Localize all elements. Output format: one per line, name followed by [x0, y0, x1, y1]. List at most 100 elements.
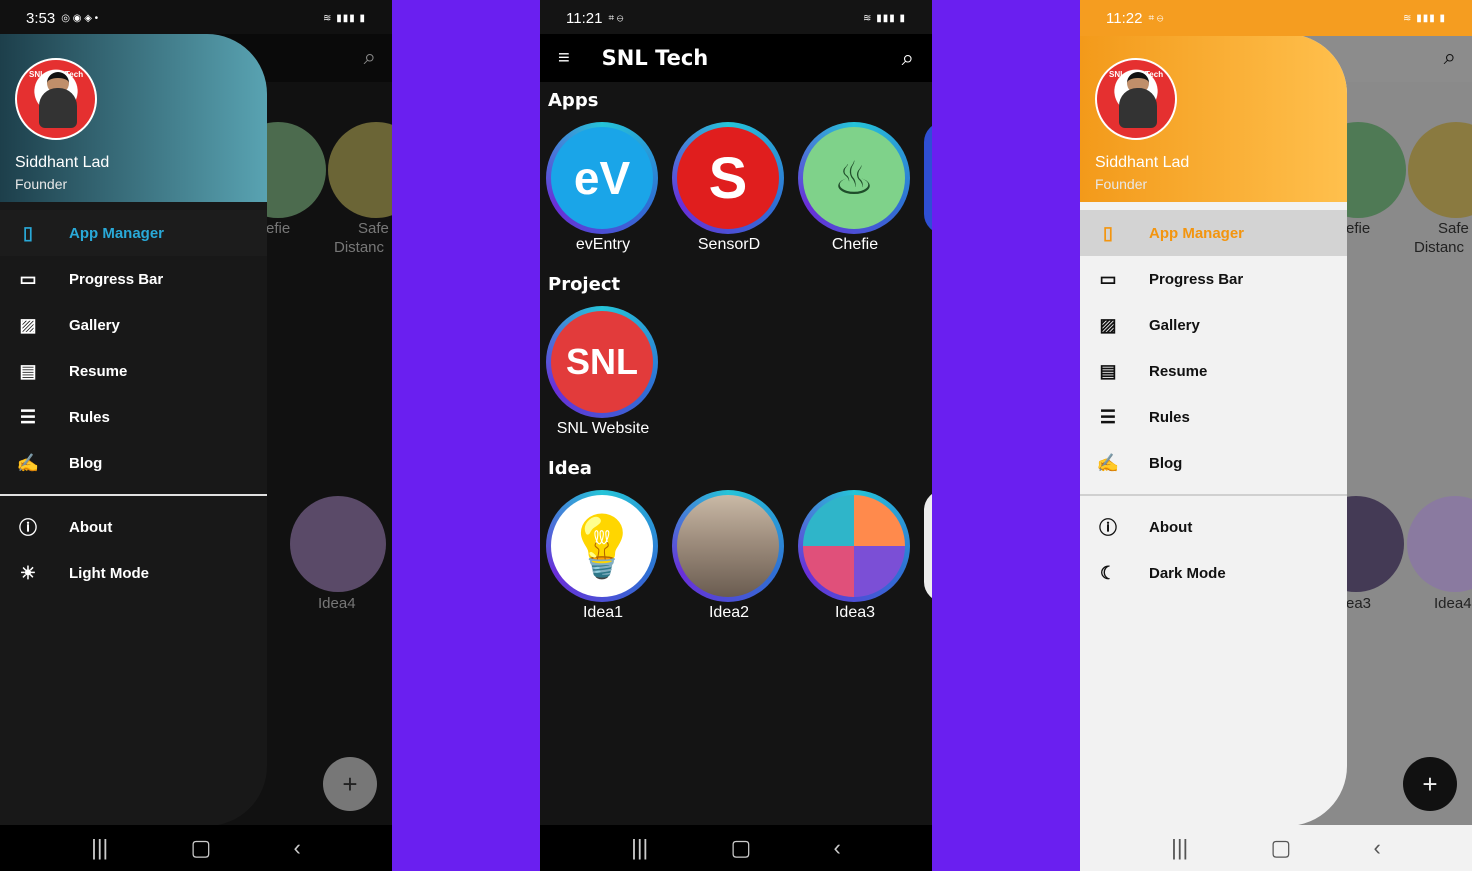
search-icon[interactable]: ⌕ [902, 45, 914, 71]
status-time: 3:53 [26, 9, 56, 27]
menu-divider [1080, 494, 1347, 496]
project-tile-snl-website[interactable]: SNL SNL Website [546, 306, 660, 438]
menu-item-about[interactable]: ⓘ About [0, 504, 267, 550]
section-title-apps: Apps [548, 90, 599, 111]
status-time: 11:21 [566, 9, 603, 27]
navigation-drawer: SNL Tech Siddhant Lad Founder ▯ App Manag… [0, 34, 267, 826]
status-bar: 11:22 ⌗ ⊖ ≋ ▮▮▮ ▮ [1080, 0, 1472, 36]
handwriting-icon: ✍ [1096, 452, 1120, 473]
bg-label: Distanc [334, 239, 385, 256]
add-fab-button[interactable]: + [1403, 757, 1457, 811]
menu-item-app-manager[interactable]: ▯ App Manager [0, 210, 267, 256]
back-icon[interactable]: ‹ [294, 835, 301, 861]
status-icons: ◎ ◉ ◈ • [61, 12, 99, 24]
signal-battery-icon: ≋ ▮▮▮ ▮ [863, 12, 906, 24]
menu-item-gallery[interactable]: ▨ Gallery [1080, 302, 1347, 348]
app-tile-chefie[interactable]: ♨ Chefie [798, 122, 912, 254]
system-nav-bar: ||| ▢ ‹ [0, 825, 392, 871]
moon-icon: ☾ [1099, 562, 1117, 583]
phone-light-drawer: 11:22 ⌗ ⊖ ≋ ▮▮▮ ▮ ⌕ efie Safe Distanc ea… [1080, 0, 1472, 871]
hamburger-menu-icon[interactable]: ≡ [558, 47, 570, 70]
bg-label: Idea4 [318, 595, 356, 612]
bg-label: efie [266, 220, 291, 237]
home-icon[interactable]: ▢ [731, 835, 752, 861]
next-app-peek [924, 122, 932, 234]
avatar: SNL Tech [15, 58, 97, 140]
phone-dark-drawer: 3:53 ◎ ◉ ◈ • ≋ ▮▮▮ ▮ ⌕ efie Safe Distanc… [0, 0, 392, 871]
menu-item-progress-bar[interactable]: ▭ Progress Bar [1080, 256, 1347, 302]
drawer-menu: ▯ App Manager ▭ Progress Bar ▨ Gallery ▤ Res… [1080, 202, 1347, 596]
idea-tile-1[interactable]: 💡 Idea1 [546, 490, 660, 622]
search-icon: ⌕ [363, 44, 376, 69]
bg-label: efie [1346, 220, 1371, 237]
menu-item-gallery[interactable]: ▨ Gallery [0, 302, 267, 348]
app-tile-sensord[interactable]: S SensorD [672, 122, 786, 254]
info-icon: ⓘ [1099, 518, 1117, 538]
system-nav-bar: ||| ▢ ‹ [540, 825, 932, 871]
clipboard-list-icon: ☰ [1099, 406, 1117, 427]
phone-code-icon: ▯ [23, 222, 33, 243]
bg-label: Distanc [1414, 239, 1465, 256]
menu-item-app-manager[interactable]: ▯ App Manager [1080, 210, 1347, 256]
handwriting-icon: ✍ [16, 452, 40, 473]
idea-tile-3[interactable]: Idea3 [798, 490, 912, 622]
safe-distance-icon-dimmed [328, 122, 392, 218]
idea4-icon-dimmed [290, 496, 386, 592]
status-icons: ⌗ ⊖ [1148, 12, 1164, 24]
drawer-header: SNL Tech Siddhant Lad Founder [0, 34, 267, 202]
drawer-header: SNL Tech Siddhant Lad Founder [1080, 34, 1347, 202]
drawer-menu: ▯ App Manager ▭ Progress Bar ▨ Gallery ▤ Res… [0, 202, 267, 596]
search-icon: ⌕ [1443, 44, 1456, 69]
lightbulb-icon: 💡 [551, 495, 653, 597]
clipboard-list-icon: ☰ [19, 406, 37, 427]
recents-icon[interactable]: ||| [91, 835, 108, 861]
snl-logo-icon: SNL [551, 311, 653, 413]
home-icon[interactable]: ▢ [191, 835, 212, 861]
menu-item-blog[interactable]: ✍ Blog [0, 440, 267, 486]
signal-battery-icon: ≋ ▮▮▮ ▮ [1403, 12, 1446, 24]
eventry-logo-icon: eV [551, 127, 653, 229]
status-time: 11:22 [1106, 9, 1143, 27]
phone-home-screen: 11:21 ⌗ ⊖ ≋ ▮▮▮ ▮ ≡ SNL Tech ⌕ Apps eV e… [540, 0, 932, 871]
menu-item-resume[interactable]: ▤ Resume [0, 348, 267, 394]
home-icon[interactable]: ▢ [1271, 835, 1292, 861]
gradient-art-icon [803, 495, 905, 597]
image-icon: ▨ [1099, 314, 1117, 335]
recents-icon[interactable]: ||| [631, 835, 648, 861]
user-name: Siddhant Lad [1095, 154, 1190, 171]
progress-bar-icon: ▭ [1099, 268, 1117, 289]
next-idea-peek [924, 490, 932, 602]
user-role: Founder [1095, 176, 1148, 192]
menu-item-rules[interactable]: ☰ Rules [0, 394, 267, 440]
navigation-drawer: SNL Tech Siddhant Lad Founder ▯ App Manag… [1080, 34, 1347, 826]
menu-item-rules[interactable]: ☰ Rules [1080, 394, 1347, 440]
sensord-logo-icon: S [677, 127, 779, 229]
app-title: SNL Tech [601, 46, 709, 70]
back-icon[interactable]: ‹ [834, 835, 841, 861]
bg-label: Safe [1438, 220, 1469, 237]
user-name: Siddhant Lad [15, 154, 110, 171]
app-tile-eventry[interactable]: eV evEntry [546, 122, 660, 254]
add-fab-button[interactable]: + [323, 757, 377, 811]
bg-label: Idea4 [1434, 595, 1472, 612]
menu-item-blog[interactable]: ✍ Blog [1080, 440, 1347, 486]
cv-icon: ▤ [19, 360, 37, 381]
idea-tile-2[interactable]: Idea2 [672, 490, 786, 622]
phone-code-icon: ▯ [1103, 222, 1113, 243]
avatar: SNL Tech [1095, 58, 1177, 140]
idea4-icon-dimmed [1407, 496, 1472, 592]
menu-item-progress-bar[interactable]: ▭ Progress Bar [0, 256, 267, 302]
menu-item-dark-mode[interactable]: ☾ Dark Mode [1080, 550, 1347, 596]
app-bar: ≡ SNL Tech ⌕ [540, 34, 932, 82]
signal-battery-icon: ≋ ▮▮▮ ▮ [323, 12, 366, 24]
cv-icon: ▤ [1099, 360, 1117, 381]
user-role: Founder [15, 176, 68, 192]
status-bar: 3:53 ◎ ◉ ◈ • ≋ ▮▮▮ ▮ [0, 0, 392, 36]
menu-item-resume[interactable]: ▤ Resume [1080, 348, 1347, 394]
menu-item-about[interactable]: ⓘ About [1080, 504, 1347, 550]
back-icon[interactable]: ‹ [1374, 835, 1381, 861]
status-icons: ⌗ ⊖ [608, 12, 624, 24]
sun-icon: ☀ [19, 562, 37, 583]
menu-item-light-mode[interactable]: ☀ Light Mode [0, 550, 267, 596]
recents-icon[interactable]: ||| [1171, 835, 1188, 861]
